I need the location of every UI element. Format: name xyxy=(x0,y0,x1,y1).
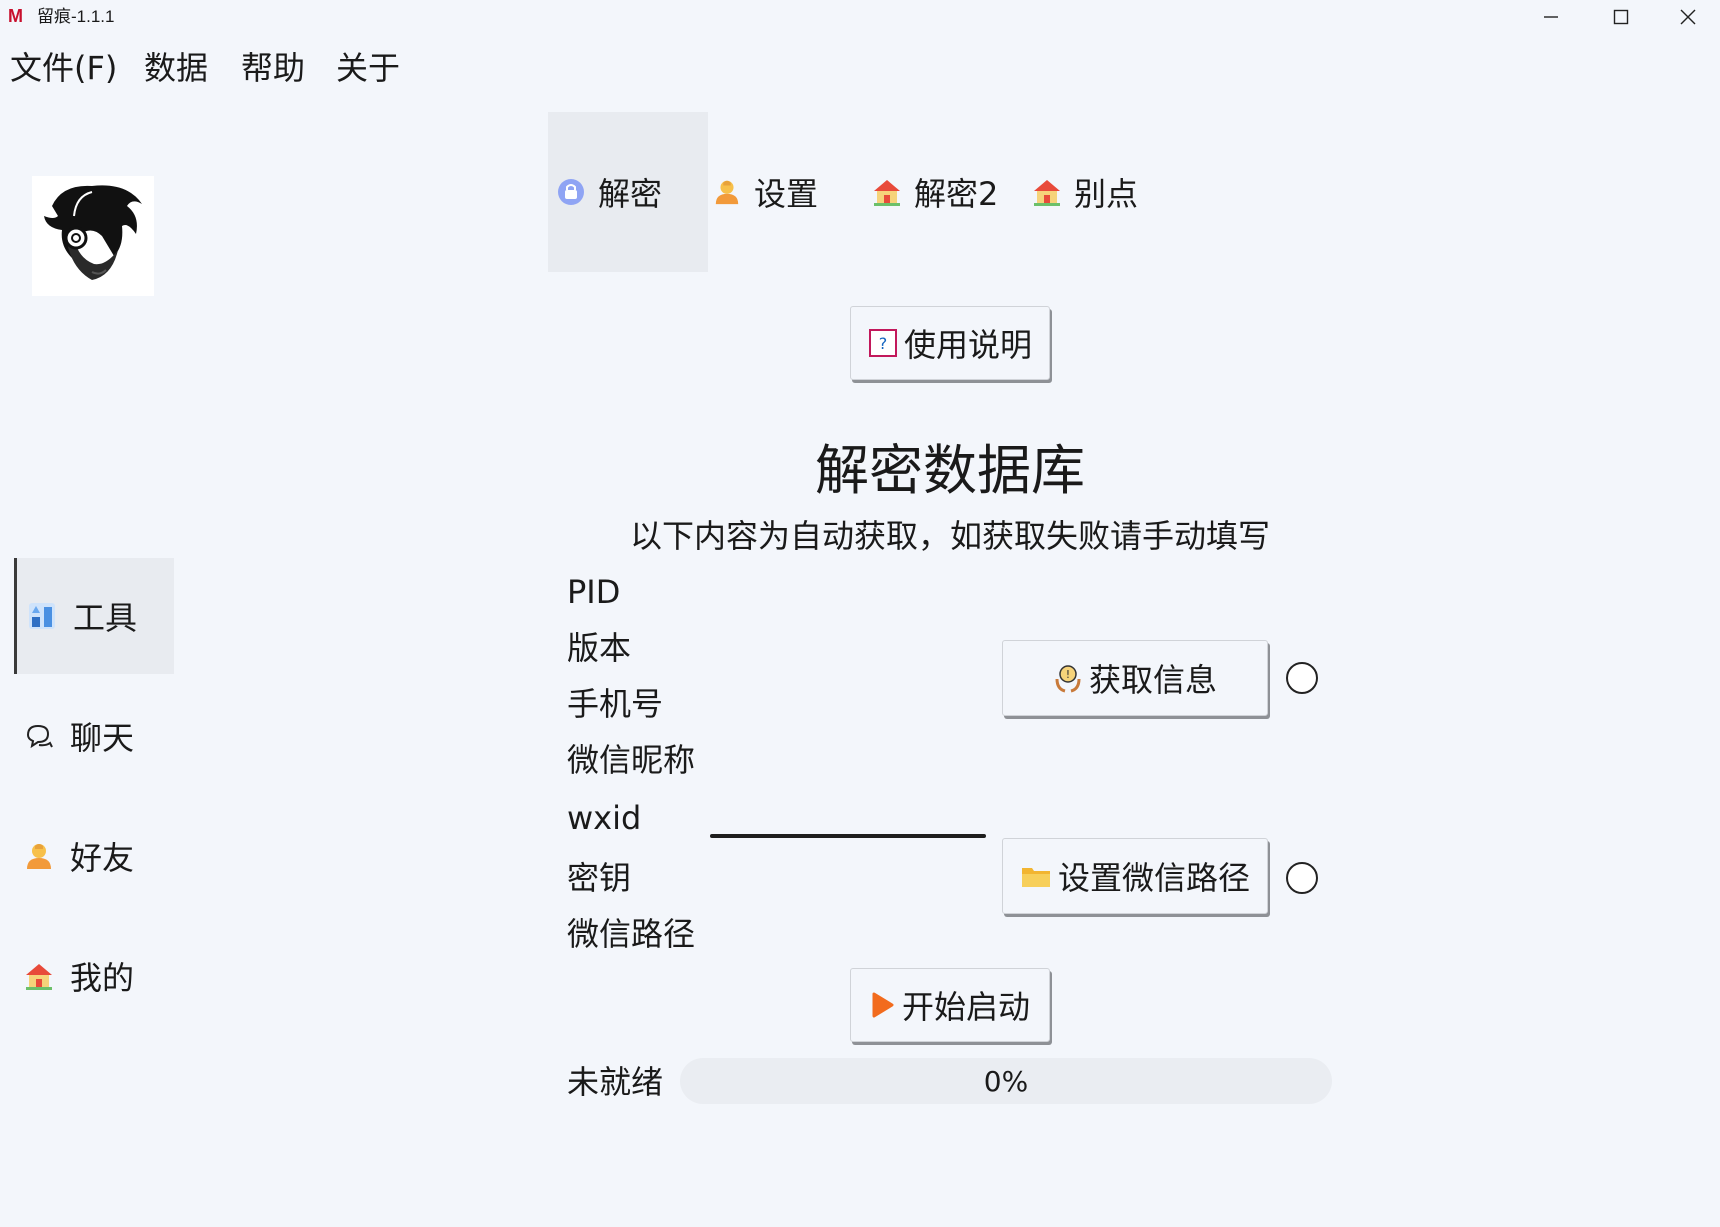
tab-settings[interactable]: 设置 xyxy=(712,112,818,272)
nav-item-label: 聊天 xyxy=(70,719,135,757)
pid-label: PID xyxy=(567,573,621,611)
menu-data[interactable]: 数据 xyxy=(144,46,208,90)
nav-item-tools[interactable]: 工具 xyxy=(14,558,174,674)
tab-label: 设置 xyxy=(754,175,819,213)
usage-help-button[interactable]: ? 使用说明 xyxy=(850,306,1050,380)
set-wechat-path-label: 设置微信路径 xyxy=(1057,859,1250,897)
person-icon xyxy=(712,177,742,207)
minimize-button[interactable] xyxy=(1516,0,1586,34)
avatar[interactable] xyxy=(32,176,154,296)
menu-help[interactable]: 帮助 xyxy=(241,46,305,90)
start-label: 开始启动 xyxy=(901,988,1030,1026)
maximize-icon xyxy=(1613,9,1629,25)
close-icon xyxy=(1680,9,1696,25)
house-icon xyxy=(1032,177,1062,207)
wxid-input[interactable] xyxy=(710,834,986,838)
get-info-status-radio[interactable] xyxy=(1286,662,1318,694)
person-icon xyxy=(22,839,56,873)
nav-item-chat[interactable]: 聊天 xyxy=(14,678,174,794)
tab-label: 解密 xyxy=(598,175,663,213)
maximize-button[interactable] xyxy=(1586,0,1656,34)
wechat-path-status-radio[interactable] xyxy=(1286,862,1318,894)
menu-file[interactable]: 文件(F) xyxy=(10,46,117,90)
close-button[interactable] xyxy=(1653,0,1720,34)
house-icon xyxy=(872,177,902,207)
tab-dont-click[interactable]: 别点 xyxy=(1032,112,1138,272)
nav-item-friends[interactable]: 好友 xyxy=(14,798,174,914)
start-button[interactable]: 开始启动 xyxy=(850,968,1050,1042)
house-icon xyxy=(22,959,56,993)
avatar-image xyxy=(32,176,154,296)
version-label: 版本 xyxy=(567,629,632,667)
svg-text:!: ! xyxy=(1066,668,1070,681)
nav-item-label: 我的 xyxy=(70,959,135,997)
page-title: 解密数据库 xyxy=(815,439,1085,502)
nav-item-label: 好友 xyxy=(70,839,135,877)
progress-text: 0% xyxy=(983,1064,1029,1098)
app-logo: M xyxy=(8,6,23,26)
tab-label: 别点 xyxy=(1074,175,1139,213)
folder-icon xyxy=(1020,862,1052,890)
svg-text:?: ? xyxy=(879,334,888,353)
title-bar: M 留痕-1.1.1 xyxy=(0,0,1720,34)
page-subtitle: 以下内容为自动获取，如获取失败请手动填写 xyxy=(629,517,1270,555)
window-title: 留痕-1.1.1 xyxy=(37,7,115,26)
help-icon: ? xyxy=(868,328,898,358)
key-label: 密钥 xyxy=(567,859,632,897)
lock-icon xyxy=(556,177,586,207)
status-label: 未就绪 xyxy=(567,1063,664,1101)
chat-icon xyxy=(22,719,56,753)
wxid-label: wxid xyxy=(567,799,642,837)
tab-decrypt2[interactable]: 解密2 xyxy=(872,112,998,272)
progress-bar: 0% xyxy=(680,1058,1332,1104)
tab-label: 解密2 xyxy=(914,175,999,213)
set-wechat-path-button[interactable]: 设置微信路径 xyxy=(1002,838,1268,914)
wechat-path-label: 微信路径 xyxy=(567,915,696,953)
usage-help-label: 使用说明 xyxy=(903,326,1032,364)
phone-label: 手机号 xyxy=(567,685,664,723)
tools-icon xyxy=(25,599,59,633)
play-icon xyxy=(870,991,896,1019)
nav-item-label: 工具 xyxy=(73,599,138,637)
tab-decrypt[interactable]: 解密 xyxy=(548,112,708,272)
get-info-button[interactable]: ! 获取信息 xyxy=(1002,640,1268,716)
get-info-label: 获取信息 xyxy=(1088,661,1217,699)
minimize-icon xyxy=(1544,16,1558,18)
menu-about[interactable]: 关于 xyxy=(336,46,400,90)
info-hands-icon: ! xyxy=(1053,663,1083,693)
nickname-label: 微信昵称 xyxy=(567,741,696,779)
nav-item-mine[interactable]: 我的 xyxy=(14,918,174,1034)
